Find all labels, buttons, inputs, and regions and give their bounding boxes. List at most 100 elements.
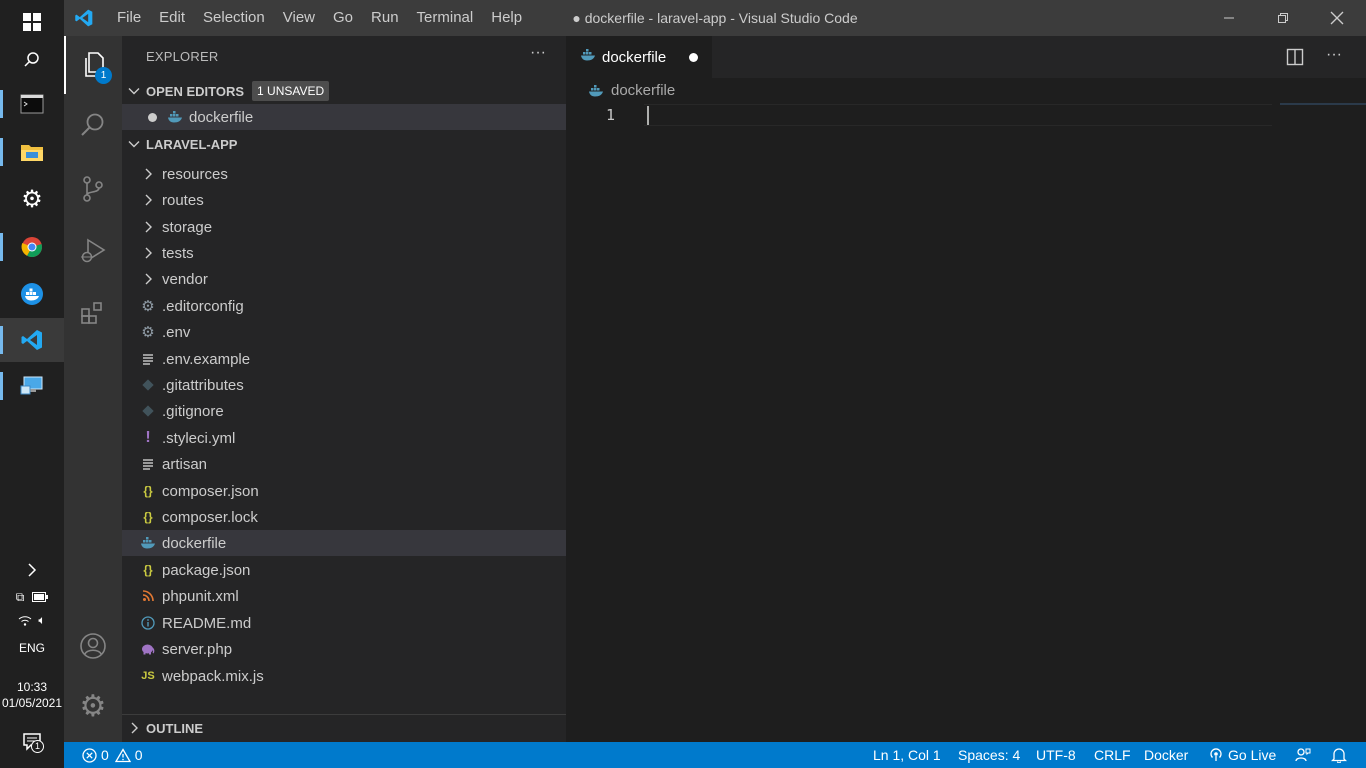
end-of-line[interactable]: CRLF — [1094, 742, 1131, 768]
tree-file[interactable]: ⚙ .editorconfig — [122, 293, 566, 319]
clock-date[interactable]: 01/05/2021 — [0, 696, 64, 710]
git-icon — [138, 405, 158, 417]
clock-time[interactable]: 10:33 — [0, 680, 64, 694]
running-indicator — [0, 372, 3, 400]
go-live-button[interactable]: Go Live — [1209, 742, 1276, 768]
taskbar-remote-desktop[interactable] — [0, 364, 64, 408]
menu-help[interactable]: Help — [482, 0, 531, 36]
extensions-view-button[interactable] — [64, 284, 122, 342]
wifi-icon[interactable] — [18, 614, 32, 626]
tree-file[interactable]: .env.example — [122, 346, 566, 372]
taskbar-search-button[interactable] — [0, 38, 64, 82]
show-hidden-icons-button[interactable] — [0, 550, 64, 590]
taskbar-docker[interactable] — [0, 272, 64, 316]
notifications-button[interactable] — [1331, 742, 1347, 768]
taskbar-vscode[interactable] — [0, 318, 64, 362]
tree-file[interactable]: phpunit.xml — [122, 583, 566, 609]
volume-icon[interactable]: 🔈︎ — [38, 613, 45, 628]
tree-file-selected[interactable]: dockerfile — [122, 530, 566, 556]
js-icon: JS — [141, 670, 155, 682]
taskbar-settings[interactable]: ⚙ — [0, 178, 64, 222]
vscode-icon — [21, 330, 42, 350]
run-debug-view-button[interactable] — [64, 222, 122, 280]
menu-edit[interactable]: Edit — [150, 0, 194, 36]
tree-item-label: .gitattributes — [162, 376, 244, 394]
manage-button[interactable]: ⚙ — [64, 678, 122, 736]
menu-run[interactable]: Run — [362, 0, 408, 36]
tree-file[interactable]: {} composer.json — [122, 478, 566, 504]
outline-header[interactable]: OUTLINE — [122, 715, 566, 741]
tree-item-label: routes — [162, 191, 204, 209]
menu-selection[interactable]: Selection — [194, 0, 274, 36]
search-view-button[interactable] — [64, 96, 122, 154]
split-editor-button[interactable] — [1286, 48, 1304, 71]
tree-file[interactable]: .gitattributes — [122, 372, 566, 398]
project-header[interactable]: LARAVEL-APP — [122, 131, 566, 157]
tab-dockerfile[interactable]: dockerfile — [566, 36, 712, 78]
chevron-right-icon — [131, 722, 138, 734]
taskbar-terminal[interactable] — [0, 82, 64, 126]
language-mode[interactable]: Docker — [1144, 742, 1188, 768]
restore-button[interactable] — [1256, 0, 1310, 36]
tree-file[interactable]: ⚙ .env — [122, 319, 566, 345]
running-indicator — [0, 90, 3, 118]
text-lines-icon — [138, 353, 158, 365]
minimap-slider[interactable] — [1280, 103, 1366, 105]
tray-row-2: 🔈︎ — [0, 611, 64, 629]
feedback-button[interactable] — [1295, 742, 1311, 768]
more-actions-button[interactable]: ··· — [530, 44, 546, 62]
tree-folder[interactable]: vendor — [122, 266, 566, 292]
tree-file[interactable]: JS webpack.mix.js — [122, 663, 566, 689]
dirty-dot-icon[interactable] — [148, 112, 157, 122]
tree-file[interactable]: server.php — [122, 636, 566, 662]
battery-icon[interactable] — [32, 592, 49, 602]
open-editor-item[interactable]: dockerfile — [122, 104, 566, 130]
meet-now-icon[interactable]: ⧉ — [16, 590, 25, 605]
minimize-button[interactable] — [1202, 0, 1256, 36]
rss-icon — [138, 590, 158, 602]
explorer-badge: 1 — [95, 67, 112, 84]
tree-folder[interactable]: storage — [122, 214, 566, 240]
indentation[interactable]: Spaces: 4 — [958, 742, 1020, 768]
run-debug-icon — [81, 238, 106, 263]
file-encoding[interactable]: UTF-8 — [1036, 742, 1076, 768]
editor-more-actions-button[interactable]: ··· — [1326, 46, 1342, 64]
chevron-right-icon — [138, 194, 158, 206]
editor-area[interactable]: dockerfile 1 — [566, 78, 1366, 742]
tree-folder[interactable]: routes — [122, 187, 566, 213]
action-center-button[interactable]: 1 — [0, 722, 64, 762]
go-live-label: Go Live — [1228, 747, 1277, 763]
breadcrumb[interactable]: dockerfile — [588, 82, 675, 99]
open-editors-header[interactable]: OPEN EDITORS 1 UNSAVED — [122, 78, 566, 104]
remote-desktop-icon — [20, 376, 43, 395]
taskbar-chrome[interactable] — [0, 225, 64, 269]
menu-file[interactable]: File — [108, 0, 150, 36]
tree-folder[interactable]: tests — [122, 240, 566, 266]
source-control-view-button[interactable] — [64, 160, 122, 218]
tree-item-label: README.md — [162, 614, 252, 632]
tree-file[interactable]: artisan — [122, 451, 566, 477]
ellipsis-icon: ··· — [1326, 46, 1342, 63]
input-language[interactable]: ENG — [0, 641, 64, 655]
tree-file[interactable]: ! .styleci.yml — [122, 425, 566, 451]
tree-file[interactable]: README.md — [122, 610, 566, 636]
unsaved-dot-icon[interactable] — [689, 53, 698, 62]
problems-indicator[interactable]: 0 0 — [82, 742, 143, 768]
tree-file[interactable]: {} package.json — [122, 557, 566, 583]
explorer-view-button[interactable]: 1 — [64, 36, 122, 94]
tree-file[interactable]: .gitignore — [122, 398, 566, 424]
taskbar-file-explorer[interactable] — [0, 130, 64, 174]
project-label: LARAVEL-APP — [146, 136, 238, 152]
accounts-button[interactable] — [64, 617, 122, 675]
menu-view[interactable]: View — [274, 0, 324, 36]
line-number: 1 — [606, 106, 616, 124]
close-window-button[interactable] — [1310, 0, 1364, 36]
docker-icon — [580, 48, 596, 66]
menu-terminal[interactable]: Terminal — [408, 0, 483, 36]
git-icon — [138, 379, 158, 391]
tree-file[interactable]: {} composer.lock — [122, 504, 566, 530]
cursor-position[interactable]: Ln 1, Col 1 — [873, 742, 941, 768]
tree-folder[interactable]: resources — [122, 161, 566, 187]
menu-go[interactable]: Go — [324, 0, 362, 36]
chevron-right-icon — [138, 273, 158, 285]
